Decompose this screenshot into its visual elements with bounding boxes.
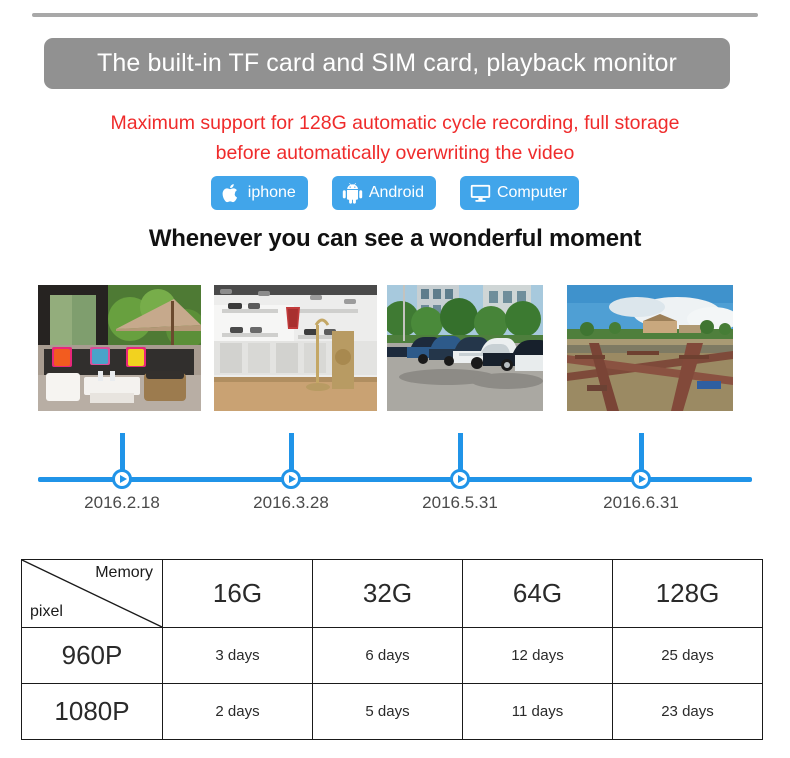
badge-iphone[interactable]: iphone bbox=[210, 176, 308, 210]
duration-960p-128g: 25 days bbox=[612, 627, 763, 684]
apple-icon bbox=[221, 182, 242, 204]
table-corner-cell: Memory pixel bbox=[21, 559, 163, 628]
title-banner: The built-in TF card and SIM card, playb… bbox=[44, 38, 730, 89]
table-header-row: Memory pixel 16G 32G 64G 128G bbox=[21, 559, 763, 628]
badge-computer-label: Computer bbox=[496, 184, 568, 201]
photo-waterfront-fish-farm bbox=[567, 285, 733, 411]
play-icon[interactable] bbox=[450, 469, 470, 489]
android-icon bbox=[342, 182, 363, 204]
monitor-icon bbox=[470, 182, 491, 204]
photo-outdoor-patio-lounge bbox=[38, 285, 201, 411]
banner-title: The built-in TF card and SIM card, playb… bbox=[97, 49, 677, 77]
capacity-header-16g: 16G bbox=[162, 559, 313, 628]
top-divider bbox=[32, 13, 758, 17]
storage-duration-table: Memory pixel 16G 32G 64G 128G 960P 3 day… bbox=[21, 559, 763, 740]
duration-960p-16g: 3 days bbox=[162, 627, 313, 684]
subtitle-line-2: before automatically overwriting the vid… bbox=[215, 142, 575, 164]
badge-computer[interactable]: Computer bbox=[459, 176, 580, 210]
play-icon[interactable] bbox=[631, 469, 651, 489]
duration-960p-32g: 6 days bbox=[312, 627, 463, 684]
play-icon[interactable] bbox=[112, 469, 132, 489]
duration-1080p-16g: 2 days bbox=[162, 683, 313, 740]
duration-1080p-32g: 5 days bbox=[312, 683, 463, 740]
corner-memory-label: Memory bbox=[95, 564, 153, 581]
photo-parking-lot-cars bbox=[387, 285, 543, 411]
corner-pixel-label: pixel bbox=[30, 603, 63, 620]
section-heading: Whenever you can see a wonderful moment bbox=[148, 225, 642, 252]
badge-iphone-label: iphone bbox=[247, 184, 296, 201]
duration-1080p-64g: 11 days bbox=[462, 683, 613, 740]
product-feature-page: The built-in TF card and SIM card, playb… bbox=[0, 0, 790, 758]
capacity-header-128g: 128G bbox=[612, 559, 763, 628]
photo-retail-store-interior bbox=[214, 285, 377, 411]
resolution-label-960p: 960P bbox=[21, 627, 163, 684]
table-row: 960P 3 days 6 days 12 days 25 days bbox=[21, 627, 763, 684]
duration-1080p-128g: 23 days bbox=[612, 683, 763, 740]
badge-android-label: Android bbox=[368, 184, 424, 201]
platform-badges: iphone Android Computer bbox=[0, 176, 790, 210]
capacity-header-64g: 64G bbox=[462, 559, 613, 628]
subtitle-block: Maximum support for 128G automatic cycle… bbox=[0, 108, 790, 168]
badge-android[interactable]: Android bbox=[331, 176, 436, 210]
duration-960p-64g: 12 days bbox=[462, 627, 613, 684]
timeline-label: 2016.2.18 bbox=[84, 493, 160, 512]
resolution-label-1080p: 1080P bbox=[21, 683, 163, 740]
timeline: 2016.2.18 2016.3.28 2016.5.31 2016.6.31 bbox=[0, 425, 790, 515]
play-icon[interactable] bbox=[281, 469, 301, 489]
timeline-label: 2016.5.31 bbox=[422, 493, 498, 512]
table-row: 1080P 2 days 5 days 11 days 23 days bbox=[21, 683, 763, 740]
timeline-label: 2016.6.31 bbox=[603, 493, 679, 512]
subtitle-line-1: Maximum support for 128G automatic cycle… bbox=[110, 112, 680, 134]
capacity-header-32g: 32G bbox=[312, 559, 463, 628]
photo-strip bbox=[36, 285, 736, 411]
timeline-label: 2016.3.28 bbox=[253, 493, 329, 512]
